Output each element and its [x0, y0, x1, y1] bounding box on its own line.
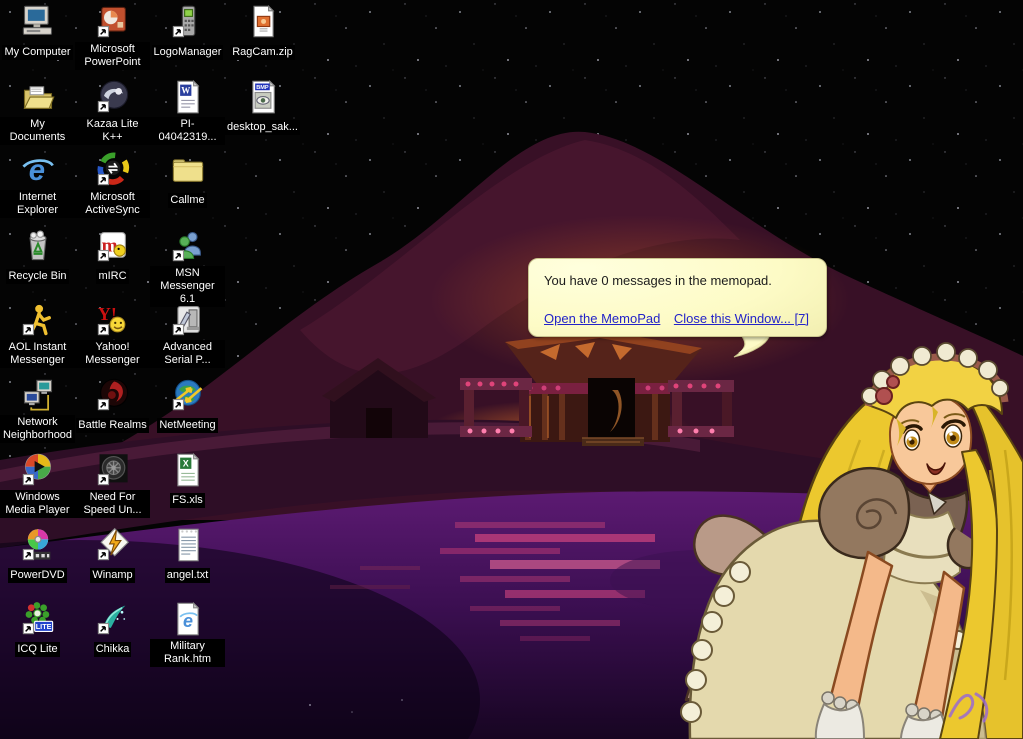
desktop-icon-label: Internet Explorer: [0, 190, 75, 218]
desktop-icon-logomanager[interactable]: LogoManager: [150, 4, 225, 60]
balloon-tail: [732, 334, 784, 360]
folder-icon: [170, 152, 206, 188]
desktop-icon-label: FS.xls: [170, 493, 205, 508]
desktop-icon-label: Military Rank.htm: [150, 639, 225, 667]
desktop-icon-label: Kazaa Lite K++: [75, 117, 150, 145]
desktop-icon-label: angel.txt: [165, 568, 211, 583]
desktop-icon-military-rank[interactable]: e Military Rank.htm: [150, 601, 225, 667]
desktop-icon-callme[interactable]: Callme: [150, 152, 225, 208]
svg-text:W: W: [181, 86, 190, 96]
desktop-icon-powerdvd[interactable]: PowerDVD: [0, 527, 75, 583]
text-file-icon: [170, 527, 206, 563]
desktop-icon-powerpoint[interactable]: Microsoft PowerPoint: [75, 4, 150, 70]
desktop-icon-label: AOL Instant Messenger: [0, 340, 75, 368]
desktop-icon-need-for-speed[interactable]: Need For Speed Un...: [75, 452, 150, 518]
recycle-bin-icon: [20, 228, 56, 264]
desktop-icon-msn-messenger[interactable]: MSN Messenger 6.1: [150, 228, 225, 307]
windows-media-player-icon: [20, 452, 56, 488]
desktop-icon-label: Winamp: [90, 568, 134, 583]
svg-text:BMP: BMP: [256, 85, 269, 91]
mirc-icon: m: [95, 228, 131, 264]
internet-explorer-icon: e: [20, 152, 56, 188]
desktop-icon-pi-document[interactable]: W PI-04042319...: [150, 79, 225, 145]
desktop-icon-label: Callme: [168, 193, 206, 208]
desktop-icon-internet-explorer[interactable]: e Internet Explorer: [0, 152, 75, 218]
desktop: My Computer Microsoft PowerPoint LogoMan…: [0, 0, 1023, 739]
desktop-icon-label: desktop_sak...: [225, 120, 300, 135]
desktop-icon-label: Microsoft PowerPoint: [75, 42, 150, 70]
advanced-serial-icon: [170, 302, 206, 338]
desktop-icon-label: Need For Speed Un...: [75, 490, 150, 518]
desktop-icon-winamp[interactable]: Winamp: [75, 527, 150, 583]
netmeeting-icon: [170, 377, 206, 413]
bmp-image-icon: BMP: [245, 79, 281, 115]
desktop-icon-label: Battle Realms: [76, 418, 148, 433]
desktop-icon-battle-realms[interactable]: Battle Realms: [75, 377, 150, 433]
desktop-icon-aol-instant-messenger[interactable]: AOL Instant Messenger: [0, 302, 75, 368]
desktop-icon-label: My Computer: [2, 45, 72, 60]
desktop-icon-my-documents[interactable]: My Documents: [0, 79, 75, 145]
desktop-icon-kazaa[interactable]: Kazaa Lite K++: [75, 79, 150, 145]
network-neighborhood-icon: [20, 377, 56, 413]
html-file-icon: e: [170, 601, 206, 637]
logomanager-phone-icon: [170, 4, 206, 40]
activesync-icon: [95, 152, 131, 188]
desktop-icon-label: ICQ Lite: [15, 642, 59, 657]
desktop-icon-netmeeting[interactable]: NetMeeting: [150, 377, 225, 433]
kazaa-icon: [95, 79, 131, 115]
desktop-icon-mirc[interactable]: m mIRC: [75, 228, 150, 284]
close-window-link[interactable]: Close this Window... [7]: [674, 311, 809, 326]
desktop-icon-advanced-serial[interactable]: Advanced Serial P...: [150, 302, 225, 368]
my-documents-folder-icon: [20, 79, 56, 115]
excel-file-icon: X: [170, 452, 206, 488]
zip-file-icon: [245, 4, 281, 40]
desktop-icon-label: Recycle Bin: [6, 269, 68, 284]
desktop-icon-label: Yahoo! Messenger: [75, 340, 150, 368]
desktop-icon-windows-media-player[interactable]: Windows Media Player: [0, 452, 75, 518]
battle-realms-icon: [95, 377, 131, 413]
desktop-icon-label: Network Neighborhood: [0, 415, 75, 443]
desktop-icon-label: Chikka: [94, 642, 132, 657]
desktop-icon-desktop-sak[interactable]: BMP desktop_sak...: [225, 79, 300, 135]
desktop-icon-label: Windows Media Player: [0, 490, 75, 518]
yahoo-messenger-icon: Y!: [95, 302, 131, 338]
need-for-speed-icon: [95, 452, 131, 488]
svg-text:LITE: LITE: [35, 622, 51, 631]
desktop-icon-label: RagCam.zip: [230, 45, 295, 60]
memopad-message: You have 0 messages in the memopad.: [544, 273, 772, 288]
chikka-icon: [95, 601, 131, 637]
svg-text:X: X: [182, 459, 188, 469]
open-memopad-link[interactable]: Open the MemoPad: [544, 311, 660, 326]
desktop-icon-network-neighborhood[interactable]: Network Neighborhood: [0, 377, 75, 443]
my-computer-icon: [20, 4, 56, 40]
desktop-icon-icq-lite[interactable]: LITE ICQ Lite: [0, 601, 75, 657]
desktop-icon-label: MSN Messenger 6.1: [150, 266, 225, 307]
msn-messenger-icon: [170, 228, 206, 264]
desktop-icon-label: Microsoft ActiveSync: [75, 190, 150, 218]
desktop-icon-label: PowerDVD: [8, 568, 66, 583]
desktop-icon-activesync[interactable]: Microsoft ActiveSync: [75, 152, 150, 218]
memopad-balloon: You have 0 messages in the memopad. Open…: [528, 258, 827, 337]
desktop-icon-yahoo-messenger[interactable]: Y! Yahoo! Messenger: [75, 302, 150, 368]
desktop-icon-angel-txt[interactable]: angel.txt: [150, 527, 225, 583]
desktop-icon-label: NetMeeting: [157, 418, 217, 433]
icq-lite-icon: LITE: [20, 601, 56, 637]
winamp-icon: [95, 527, 131, 563]
desktop-icon-label: LogoManager: [152, 45, 224, 60]
aol-instant-messenger-icon: [20, 302, 56, 338]
powerdvd-icon: [20, 527, 56, 563]
powerpoint-icon: [95, 4, 131, 40]
desktop-icon-chikka[interactable]: Chikka: [75, 601, 150, 657]
desktop-icon-recycle-bin[interactable]: Recycle Bin: [0, 228, 75, 284]
desktop-icon-label: PI-04042319...: [150, 117, 225, 145]
desktop-icon-my-computer[interactable]: My Computer: [0, 4, 75, 60]
desktop-icon-label: My Documents: [0, 117, 75, 145]
word-document-icon: W: [170, 79, 206, 115]
desktop-icon-label: Advanced Serial P...: [150, 340, 225, 368]
desktop-icon-label: mIRC: [96, 269, 128, 284]
desktop-icon-fs-xls[interactable]: X FS.xls: [150, 452, 225, 508]
desktop-icon-ragcam-zip[interactable]: RagCam.zip: [225, 4, 300, 60]
